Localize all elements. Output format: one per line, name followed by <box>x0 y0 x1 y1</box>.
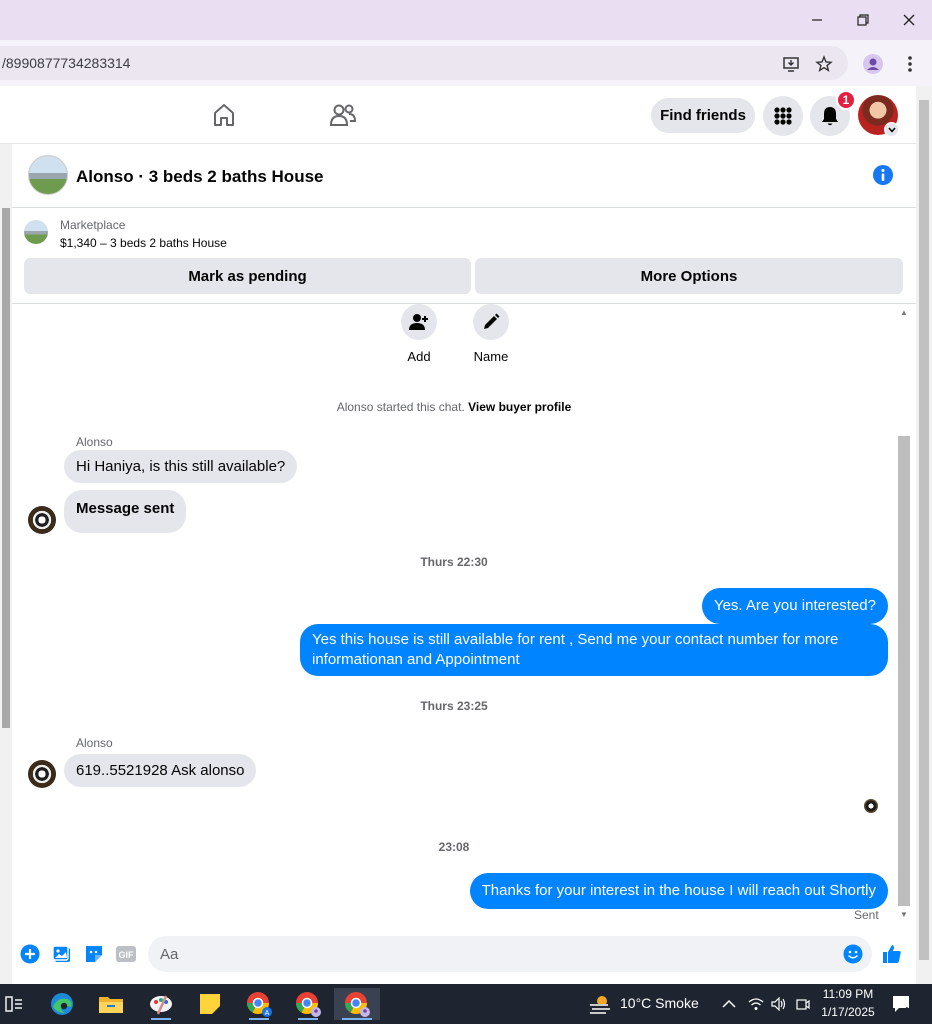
volume-icon[interactable] <box>768 988 790 1020</box>
more-options-button[interactable]: More Options <box>475 258 903 294</box>
window-title-bar <box>0 0 932 40</box>
view-buyer-profile-link[interactable]: View buyer profile <box>468 400 571 414</box>
outgoing-message[interactable]: Yes this house is still available for re… <box>300 624 888 676</box>
browser-menu-icon[interactable] <box>899 53 921 75</box>
timestamp: Thurs 22:30 <box>420 555 488 569</box>
address-bar[interactable]: /8990877734283314 <box>0 46 848 80</box>
marketplace-label: Marketplace <box>60 218 126 232</box>
sticker-icon[interactable] <box>83 943 105 965</box>
restore-button[interactable] <box>848 6 878 34</box>
chat-scrollbar[interactable] <box>896 308 910 920</box>
find-friends-button[interactable]: Find friends <box>651 98 755 133</box>
install-app-icon[interactable] <box>780 53 802 75</box>
outgoing-message[interactable]: Yes. Are you interested? <box>701 588 888 624</box>
chat-scrollbar-thumb[interactable] <box>898 436 910 906</box>
left-scrollbar[interactable] <box>0 144 12 984</box>
like-thumb-icon[interactable] <box>881 943 903 965</box>
message-composer: GIF <box>12 926 916 984</box>
message-list: Add Name Alonso started this chat. View … <box>12 304 916 926</box>
running-indicator <box>298 1018 318 1020</box>
timestamp: 23:08 <box>438 840 470 854</box>
gif-icon[interactable]: GIF <box>115 943 137 965</box>
outgoing-message[interactable]: Thanks for your interest in the house I … <box>469 873 888 909</box>
notification-center-count: 1 <box>904 1006 910 1017</box>
minimize-button[interactable] <box>802 6 832 34</box>
chrome-profile-a-icon[interactable]: A <box>239 988 279 1020</box>
facebook-top-nav: Find friends 1 <box>0 86 916 144</box>
svg-text:A: A <box>265 1010 270 1017</box>
clock-date[interactable]: 1/17/2025 <box>818 1005 878 1019</box>
message-status: Sent <box>854 908 879 922</box>
windows-taskbar: A 10°C Smoke 11:09 PM 1/17/2025 1 <box>0 984 932 1024</box>
mark-as-pending-button[interactable]: Mark as pending <box>24 258 471 294</box>
menu-grid-button[interactable] <box>763 96 803 136</box>
photo-icon[interactable] <box>51 943 73 965</box>
profile-icon[interactable] <box>862 53 884 75</box>
incoming-message[interactable]: Message sent <box>64 490 187 533</box>
sender-avatar[interactable] <box>28 506 56 534</box>
bookmark-star-icon[interactable] <box>813 53 835 75</box>
bell-icon <box>822 107 838 126</box>
wifi-icon[interactable] <box>744 988 768 1020</box>
active-indicator <box>342 1018 372 1020</box>
home-icon[interactable] <box>209 100 239 130</box>
chat-title[interactable]: Alonso · 3 beds 2 baths House <box>76 167 324 187</box>
weather-text[interactable]: 10°C Smoke <box>620 995 699 1011</box>
url-text: /8990877734283314 <box>2 55 131 71</box>
seen-indicator-avatar <box>864 799 878 813</box>
plus-circle-icon[interactable] <box>19 943 41 965</box>
marketplace-bar: Marketplace $1,340 – 3 beds 2 baths Hous… <box>12 208 916 304</box>
meet-now-icon[interactable] <box>792 988 814 1020</box>
close-window-button[interactable] <box>894 6 924 34</box>
info-icon[interactable] <box>872 164 894 186</box>
chat-panel: Alonso · 3 beds 2 baths House Marketplac… <box>12 144 916 984</box>
edge-browser-icon[interactable] <box>42 988 82 1020</box>
close-icon <box>903 14 915 26</box>
scroll-up-arrow-icon[interactable]: ▲ <box>900 308 908 317</box>
add-action-label: Add <box>407 349 431 364</box>
grid-icon <box>774 107 792 125</box>
add-people-action[interactable]: Add <box>389 304 449 364</box>
listing-title[interactable]: $1,340 – 3 beds 2 baths House <box>60 236 227 250</box>
name-chat-action[interactable]: Name <box>461 304 521 364</box>
listing-thumbnail[interactable] <box>28 155 68 195</box>
page-scrollbar-thumb[interactable] <box>919 100 929 960</box>
chat-started-text: Alonso started this chat. <box>336 400 465 414</box>
add-person-icon <box>401 304 437 340</box>
chat-started-notice: Alonso started this chat. View buyer pro… <box>12 400 896 414</box>
friends-icon[interactable] <box>328 100 358 130</box>
message-input[interactable] <box>148 936 872 972</box>
incoming-message[interactable]: Hi Haniya, is this still available? <box>64 450 298 483</box>
emoji-icon[interactable] <box>842 943 864 965</box>
chevron-up-icon[interactable] <box>714 988 744 1020</box>
restore-icon <box>857 14 869 26</box>
chrome-active-icon[interactable] <box>334 988 380 1020</box>
file-explorer-icon[interactable] <box>91 988 131 1020</box>
incoming-message[interactable]: 619..5521928 Ask alonso <box>64 754 257 787</box>
sticky-notes-icon[interactable] <box>190 988 230 1020</box>
chrome-profile-icon[interactable] <box>288 988 328 1020</box>
browser-toolbar: /8990877734283314 <box>0 40 932 86</box>
running-indicator <box>151 1018 171 1020</box>
notification-badge: 1 <box>836 90 856 110</box>
left-scrollbar-thumb[interactable] <box>2 208 10 728</box>
clock-time[interactable]: 11:09 PM <box>818 987 878 1001</box>
account-chevron-down-icon[interactable] <box>884 122 899 137</box>
task-view-icon[interactable] <box>0 988 34 1020</box>
sender-name: Alonso <box>76 435 113 449</box>
gif-label: GIF <box>119 950 135 960</box>
minimize-icon <box>812 19 822 21</box>
chat-header: Alonso · 3 beds 2 baths House <box>12 144 916 208</box>
marketplace-thumbnail <box>24 220 48 244</box>
timestamp: Thurs 23:25 <box>420 699 488 713</box>
pencil-icon <box>473 304 509 340</box>
weather-icon[interactable] <box>580 988 620 1020</box>
sender-name: Alonso <box>76 736 113 750</box>
name-action-label: Name <box>473 349 509 364</box>
running-indicator <box>249 1018 269 1020</box>
paint-app-icon[interactable] <box>141 988 181 1020</box>
sender-avatar[interactable] <box>28 760 56 788</box>
scroll-down-arrow-icon[interactable]: ▼ <box>900 910 908 919</box>
